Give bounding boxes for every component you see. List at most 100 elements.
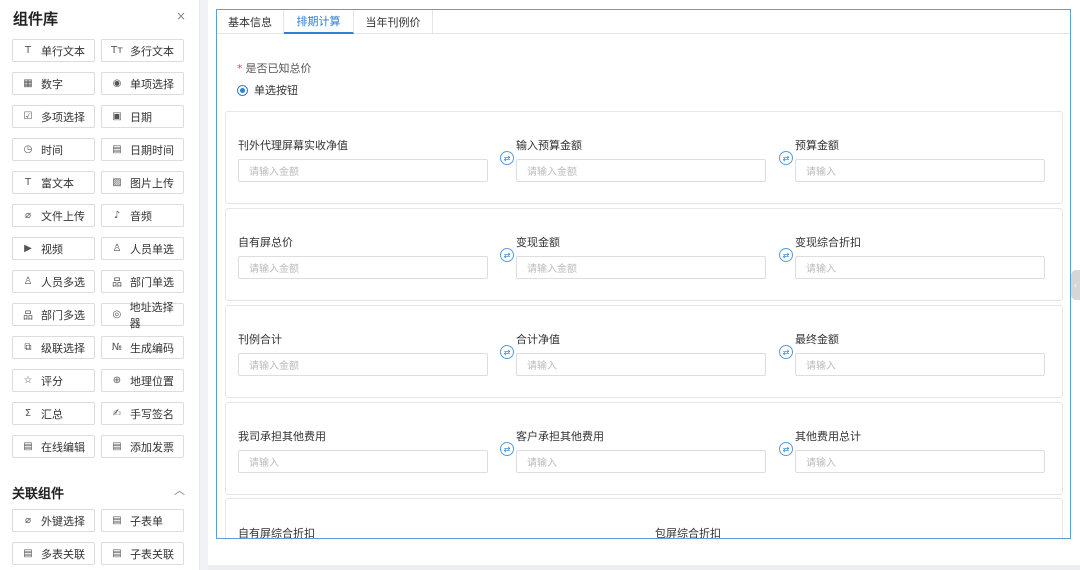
- component-label: 生成编码: [130, 341, 174, 355]
- tab-current-year-price[interactable]: 当年刊例价: [354, 10, 433, 34]
- chevron-up-icon[interactable]: ︿: [174, 482, 185, 498]
- component-item[interactable]: ▦ 数字: [12, 72, 95, 95]
- component-icon: ▣: [112, 111, 122, 122]
- component-item[interactable]: ▤ 在线编辑: [12, 435, 95, 458]
- close-icon[interactable]: ×: [176, 9, 186, 23]
- component-label: 单行文本: [41, 44, 85, 58]
- swap-icon[interactable]: ⇄: [779, 345, 793, 359]
- chevron-left-icon[interactable]: ‹: [1071, 270, 1080, 300]
- component-item[interactable]: ⌀ 文件上传: [12, 204, 95, 227]
- component-label: 富文本: [41, 176, 74, 190]
- component-label: 人员单选: [130, 242, 174, 256]
- form-row-1[interactable]: 刊外代理屏幕实收净值 请输入金额 输入预算金额 请输入金额 预算金额 请输入 ⇄ ⇄: [225, 111, 1063, 204]
- component-icon: ▤: [23, 548, 33, 559]
- related-component-item[interactable]: ▤ 多表关联: [12, 542, 95, 565]
- swap-icon[interactable]: ⇄: [779, 442, 793, 456]
- field-input[interactable]: 请输入: [795, 450, 1045, 473]
- component-icon: ▦: [23, 78, 33, 89]
- field-label: 包屏综合折扣: [655, 527, 721, 539]
- radio-label: 单选按钮: [254, 84, 298, 97]
- component-icon: ♪: [113, 210, 121, 221]
- swap-icon[interactable]: ⇄: [779, 248, 793, 262]
- field-input[interactable]: 请输入: [795, 256, 1045, 279]
- field-input[interactable]: 请输入金额: [238, 256, 488, 279]
- component-item[interactable]: ♙ 人员多选: [12, 270, 95, 293]
- field-label: 自有屏综合折扣: [238, 527, 315, 539]
- known-total-text: 是否已知总价: [245, 62, 312, 75]
- component-label: 添加发票: [130, 440, 174, 454]
- component-item[interactable]: ✍ 手写签名: [101, 402, 184, 425]
- field-input[interactable]: 请输入金额: [238, 159, 488, 182]
- component-item[interactable]: ♪ 音频: [101, 204, 184, 227]
- form-row-3[interactable]: 刊例合计 请输入金额 合计净值 请输入 最终金额 请输入 ⇄ ⇄: [225, 305, 1063, 398]
- component-item[interactable]: ◷ 时间: [12, 138, 95, 161]
- component-item[interactable]: ▣ 日期: [101, 105, 184, 128]
- component-icon: ✍: [112, 408, 122, 419]
- related-component-item[interactable]: ▤ 子表单: [101, 509, 184, 532]
- component-item[interactable]: ◉ 单项选择: [101, 72, 184, 95]
- component-label: 文件上传: [41, 209, 85, 223]
- component-label: 单项选择: [130, 77, 174, 91]
- radio-icon[interactable]: [237, 84, 248, 96]
- component-item[interactable]: ☆ 评分: [12, 369, 95, 392]
- field-label: 其他费用总计: [795, 430, 861, 443]
- radio-option[interactable]: 单选按钮: [237, 82, 298, 98]
- component-item[interactable]: ☑ 多项选择: [12, 105, 95, 128]
- component-icon: 品: [112, 278, 122, 289]
- panel-divider: [200, 0, 208, 570]
- tab-basic-info[interactable]: 基本信息: [217, 10, 284, 34]
- component-item[interactable]: ⧉ 级联选择: [12, 336, 95, 359]
- form-row-2[interactable]: 自有屏总价 请输入金额 变现金额 请输入金额 变现综合折扣 请输入 ⇄ ⇄: [225, 208, 1063, 301]
- field-input[interactable]: 请输入金额: [238, 353, 488, 376]
- component-item[interactable]: T 单行文本: [12, 39, 95, 62]
- swap-icon[interactable]: ⇄: [500, 248, 514, 262]
- form-row-4[interactable]: 我司承担其他费用 请输入 客户承担其他费用 请输入 其他费用总计 请输入 ⇄ ⇄: [225, 402, 1063, 495]
- component-label: 汇总: [41, 407, 63, 421]
- component-label: 时间: [41, 143, 63, 157]
- field-label: 我司承担其他费用: [238, 430, 326, 443]
- swap-icon[interactable]: ⇄: [500, 345, 514, 359]
- field-input[interactable]: 请输入: [516, 353, 766, 376]
- field-input[interactable]: 请输入: [238, 450, 488, 473]
- component-label: 手写签名: [130, 407, 174, 421]
- field-input[interactable]: 请输入金额: [516, 159, 766, 182]
- tab-schedule-calc[interactable]: 排期计算: [284, 10, 354, 34]
- field-label: 预算金额: [795, 139, 839, 152]
- component-item[interactable]: 品部门单选: [101, 270, 184, 293]
- component-label: 多表关联: [41, 547, 85, 561]
- related-component-item[interactable]: ⌀ 外键选择: [12, 509, 95, 532]
- swap-icon[interactable]: ⇄: [779, 151, 793, 165]
- component-item[interactable]: ◎ 地址选择器: [101, 301, 184, 330]
- component-item[interactable]: ♙ 人员单选: [101, 237, 184, 260]
- field-label: 变现综合折扣: [795, 236, 861, 249]
- related-component-item[interactable]: ▤ 子表关联: [101, 542, 184, 565]
- component-item[interactable]: Σ 汇总: [12, 402, 95, 425]
- field-input[interactable]: 请输入: [795, 159, 1045, 182]
- swap-icon[interactable]: ⇄: [500, 442, 514, 456]
- component-item[interactable]: ⊕ 地理位置: [101, 369, 184, 392]
- component-item[interactable]: № 生成编码: [101, 336, 184, 359]
- known-total-label: * 是否已知总价: [237, 60, 312, 76]
- swap-icon[interactable]: ⇄: [500, 151, 514, 165]
- component-item[interactable]: ▨ 图片上传: [101, 171, 184, 194]
- component-icon: Tт: [111, 45, 123, 56]
- field-label: 刊外代理屏幕实收净值: [238, 139, 348, 152]
- field-input[interactable]: 请输入金额: [516, 256, 766, 279]
- component-item[interactable]: ▤ 添加发票: [101, 435, 184, 458]
- component-icon: T: [24, 45, 32, 56]
- component-item[interactable]: ▤ 日期时间: [101, 138, 184, 161]
- field-input[interactable]: 请输入: [795, 353, 1045, 376]
- component-label: 子表单: [130, 514, 163, 528]
- component-item[interactable]: Tт 多行文本: [101, 39, 184, 62]
- component-label: 日期时间: [130, 143, 174, 157]
- component-item[interactable]: T 富文本: [12, 171, 95, 194]
- bottom-scrollbar[interactable]: [208, 565, 1080, 570]
- component-label: 外键选择: [41, 514, 85, 528]
- component-library-panel: 组件库 × 关联组件 ︿ T 单行文本 Tт 多行文本 ▦ 数字 ◉ 单项选择 ☑ 多项选择 ▣ 日期…: [0, 0, 200, 570]
- component-icon: ☑: [23, 111, 33, 122]
- component-item[interactable]: ▶ 视频: [12, 237, 95, 260]
- component-item[interactable]: 品部门多选: [12, 303, 95, 326]
- field-input[interactable]: 请输入: [516, 450, 766, 473]
- form-row-5[interactable]: 自有屏综合折扣 包屏综合折扣: [225, 498, 1063, 539]
- component-label: 级联选择: [41, 341, 85, 355]
